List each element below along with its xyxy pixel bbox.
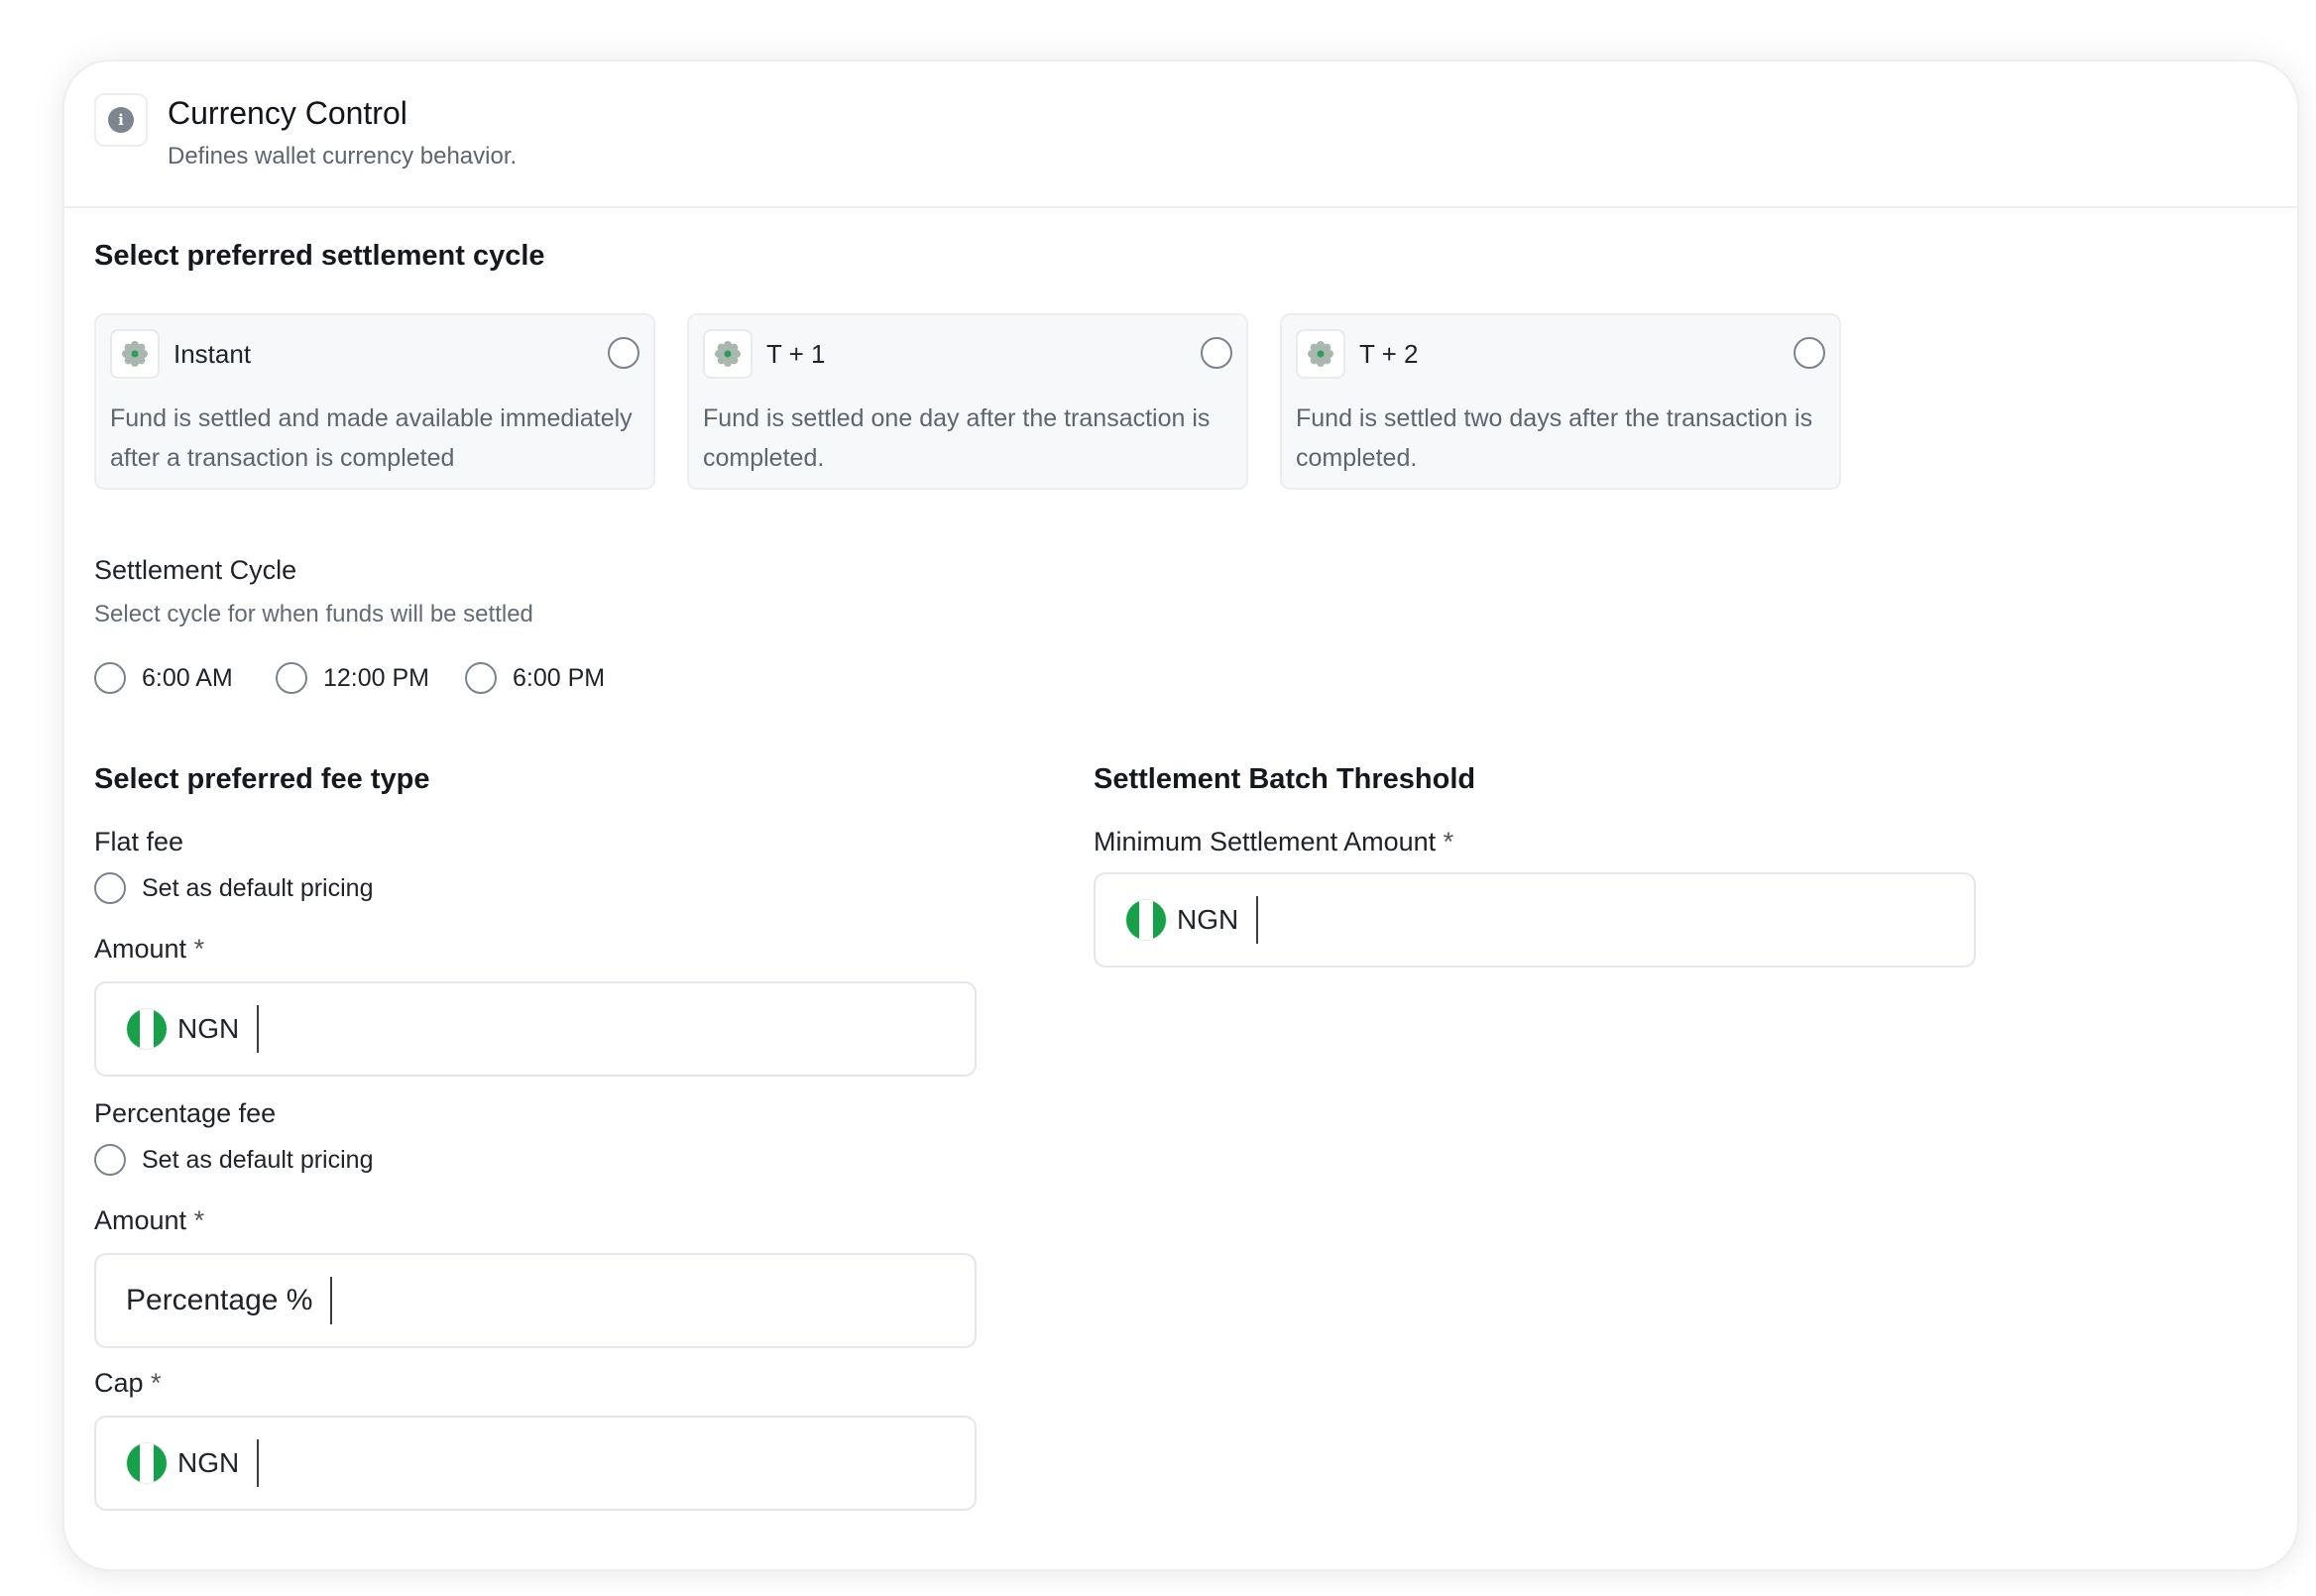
settlement-section-title: Select preferred settlement cycle: [94, 240, 545, 272]
currency-control-card: i Currency Control Defines wallet curren…: [62, 59, 2299, 1571]
settings-gear-icon: [703, 329, 753, 379]
currency-code: NGN: [177, 1013, 240, 1044]
radio-button[interactable]: [94, 662, 126, 694]
radio-button[interactable]: [276, 662, 307, 694]
settlement-cycle-label: Settlement Cycle: [94, 555, 297, 585]
radio-button[interactable]: [94, 1144, 126, 1176]
default-pricing-label: Set as default pricing: [142, 1145, 374, 1174]
option-radio[interactable]: [608, 337, 639, 374]
minimum-settlement-input[interactable]: NGN: [1094, 872, 1976, 968]
flat-amount-input[interactable]: NGN: [94, 981, 977, 1077]
page-subtitle: Defines wallet currency behavior.: [168, 143, 518, 170]
flat-fee-label: Flat fee: [94, 827, 184, 856]
info-icon: i: [108, 107, 134, 133]
minimum-settlement-label: Minimum Settlement Amount *: [1094, 827, 1454, 856]
cycle-option-label: 6:00 AM: [142, 663, 233, 692]
percentage-fee-default-option[interactable]: Set as default pricing: [94, 1144, 373, 1176]
option-description: Fund is settled two days after the trans…: [1296, 404, 1813, 472]
percentage-amount-input[interactable]: Percentage %: [94, 1253, 977, 1348]
fee-section-title: Select preferred fee type: [94, 763, 430, 795]
option-description: Fund is settled and made available immed…: [110, 404, 633, 472]
settings-gear-icon: [1296, 329, 1345, 379]
option-description: Fund is settled one day after the transa…: [703, 404, 1211, 472]
cycle-option-6pm[interactable]: 6:00 PM: [465, 662, 605, 694]
text-cursor: [330, 1277, 333, 1324]
radio-button[interactable]: [94, 872, 126, 904]
text-cursor: [257, 1005, 260, 1053]
option-title: Instant: [174, 339, 252, 369]
text-cursor: [257, 1439, 260, 1487]
currency-code: NGN: [1177, 904, 1239, 935]
option-radio[interactable]: [1201, 337, 1232, 374]
cap-label: Cap *: [94, 1368, 162, 1398]
option-title: T + 1: [766, 339, 826, 369]
cycle-option-12pm[interactable]: 12:00 PM: [276, 662, 429, 694]
text-cursor: [1256, 896, 1259, 944]
cycle-option-6am[interactable]: 6:00 AM: [94, 662, 233, 694]
nigeria-flag-icon: [1125, 899, 1167, 941]
settlement-cycle-helper: Select cycle for when funds will be sett…: [94, 601, 533, 627]
cap-input[interactable]: NGN: [94, 1416, 977, 1511]
settlement-option-instant[interactable]: Instant Fund is settled and made availab…: [94, 313, 655, 490]
percentage-fee-label: Percentage fee: [94, 1098, 277, 1128]
flat-amount-label: Amount *: [94, 934, 205, 964]
option-title: T + 2: [1359, 339, 1419, 369]
cycle-option-label: 6:00 PM: [513, 663, 606, 692]
card-header: i Currency Control Defines wallet curren…: [64, 61, 2297, 208]
page-title: Currency Control: [168, 95, 407, 131]
flat-fee-default-option[interactable]: Set as default pricing: [94, 872, 373, 904]
settings-gear-icon: [110, 329, 160, 379]
settlement-option-t2[interactable]: T + 2 Fund is settled two days after the…: [1280, 313, 1841, 490]
settlement-option-t1[interactable]: T + 1 Fund is settled one day after the …: [687, 313, 1248, 490]
info-icon-box: i: [94, 93, 148, 147]
cycle-option-label: 12:00 PM: [323, 663, 430, 692]
default-pricing-label: Set as default pricing: [142, 873, 374, 902]
currency-code: NGN: [177, 1447, 240, 1478]
percentage-amount-label: Amount *: [94, 1205, 205, 1235]
percentage-placeholder: Percentage %: [126, 1284, 313, 1316]
threshold-section-title: Settlement Batch Threshold: [1094, 763, 1476, 795]
option-radio[interactable]: [1794, 337, 1825, 374]
nigeria-flag-icon: [126, 1442, 168, 1484]
nigeria-flag-icon: [126, 1008, 168, 1050]
radio-button[interactable]: [465, 662, 497, 694]
